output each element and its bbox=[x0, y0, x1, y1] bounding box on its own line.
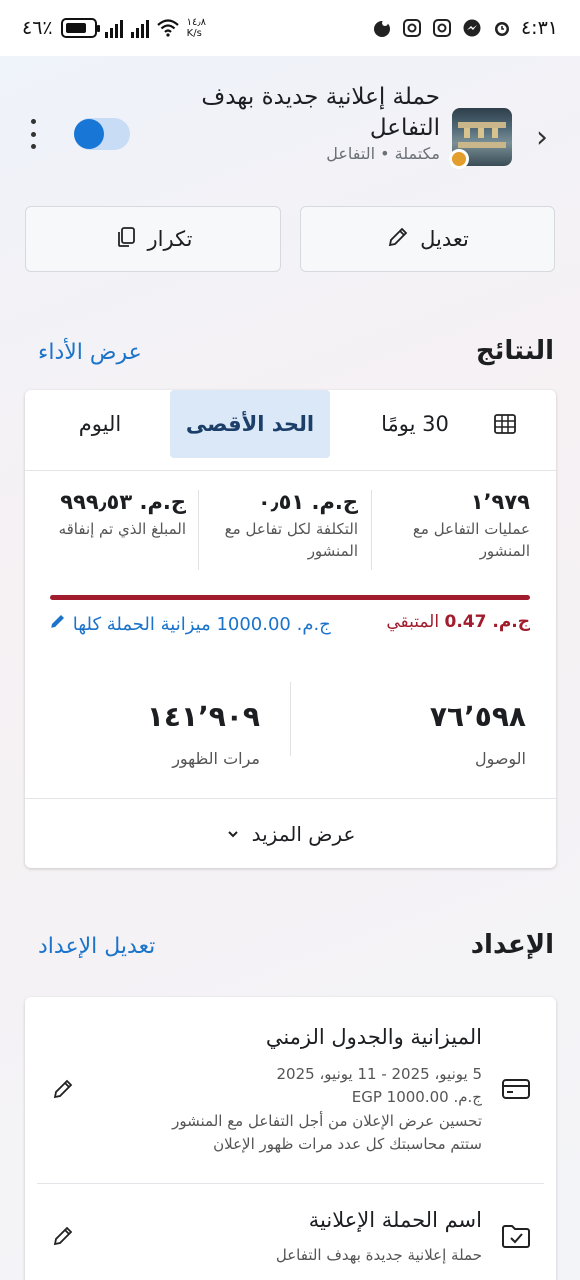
status-right: ٤:٣١ bbox=[371, 17, 558, 39]
tab-maximum[interactable]: الحد الأقصى bbox=[170, 390, 330, 458]
edit-setup-link[interactable]: تعديل الإعداد bbox=[38, 934, 155, 959]
signal-2-icon bbox=[130, 18, 149, 38]
signal-icon bbox=[104, 18, 123, 38]
status-dot bbox=[449, 149, 469, 169]
remaining-label: المتبقي bbox=[386, 612, 440, 632]
divider bbox=[371, 490, 372, 570]
remaining-budget: ج.م. 0.47 المتبقي bbox=[386, 612, 530, 632]
credit-card-icon bbox=[500, 1073, 532, 1105]
divider bbox=[198, 490, 199, 570]
tab-today[interactable]: اليوم bbox=[45, 390, 155, 458]
total-budget-label: ج.م. 1000.00 ميزانية الحملة كلها bbox=[72, 614, 331, 635]
divider bbox=[290, 682, 291, 756]
see-more-button[interactable]: عرض المزيد bbox=[25, 798, 556, 868]
results-title: النتائج bbox=[475, 336, 554, 366]
pencil-icon bbox=[49, 614, 67, 635]
alarm-icon bbox=[491, 17, 513, 39]
more-options-icon[interactable] bbox=[28, 119, 38, 149]
optimization-text: تحسين عرض الإعلان من أجل التفاعل مع المن… bbox=[172, 1112, 482, 1130]
setup-title: الإعداد bbox=[470, 930, 554, 960]
view-performance-link[interactable]: عرض الأداء bbox=[38, 340, 142, 365]
reach-value: ٧٦٬٥٩٨ bbox=[429, 700, 526, 733]
app-notification-icon bbox=[371, 17, 393, 39]
duplicate-button-label: تكرار bbox=[147, 227, 193, 251]
metric-impressions: ١٤١٬٩٠٩ مرات الظهور bbox=[80, 700, 260, 768]
budget-progress-bar bbox=[50, 595, 530, 600]
results-card: اليوم الحد الأقصى 30 يومًا ١٬٩٧٩ عمليات … bbox=[25, 390, 556, 868]
impressions-value: ١٤١٬٩٠٩ bbox=[146, 700, 260, 733]
date-range-tabs: اليوم الحد الأقصى 30 يومًا bbox=[25, 390, 556, 471]
impressions-label: مرات الظهور bbox=[172, 749, 260, 768]
campaign-title: حملة إعلانية جديدة بهدف التفاعل bbox=[201, 84, 440, 141]
wifi-icon bbox=[156, 17, 179, 39]
status-left: ٤٦٪ ١٤٫٨ K/s bbox=[22, 17, 206, 39]
engagements-label: عمليات التفاعل مع المنشور bbox=[412, 520, 530, 560]
battery-percent: ٤٦٪ bbox=[22, 17, 53, 39]
campaign-name-value: حملة إعلانية جديدة بهدف التفاعل bbox=[275, 1246, 482, 1264]
cost-value: ج.م. ٠٫٥١ bbox=[257, 490, 358, 514]
chevron-down-icon bbox=[226, 822, 240, 846]
instagram-icon bbox=[401, 17, 423, 39]
status-bar: ٤٦٪ ١٤٫٨ K/s ٤:٣١ bbox=[0, 0, 580, 56]
setup-card: الميزانية والجدول الزمني 5 يونيو، 2025 -… bbox=[25, 997, 556, 1280]
campaign-name-title: اسم الحملة الإعلانية bbox=[308, 1208, 482, 1232]
duplicate-button[interactable]: تكرار bbox=[25, 206, 281, 272]
copy-icon bbox=[114, 225, 138, 254]
campaign-toggle[interactable] bbox=[74, 118, 130, 150]
metric-amount-spent: ج.م. ٩٩٩٫٥٣ المبلغ الذي تم إنفاقه bbox=[41, 490, 186, 570]
remaining-amount: ج.م. 0.47 bbox=[444, 612, 531, 632]
total-budget-link[interactable]: ج.م. 1000.00 ميزانية الحملة كلها bbox=[49, 612, 331, 635]
spent-value: ج.م. ٩٩٩٫٥٣ bbox=[60, 490, 186, 514]
summary-metrics: ١٬٩٧٩ عمليات التفاعل مع المنشور ج.م. ٠٫٥… bbox=[25, 490, 556, 570]
budget-amount: ج.م. EGP 1000.00 bbox=[351, 1088, 482, 1106]
spent-label: المبلغ الذي تم إنفاقه bbox=[58, 520, 186, 538]
edit-button[interactable]: تعديل bbox=[300, 206, 555, 272]
toggle-knob bbox=[74, 119, 104, 149]
cost-label: التكلفة لكل تفاعل مع المنشور bbox=[224, 520, 358, 560]
back-chevron-icon[interactable]: › bbox=[536, 120, 548, 155]
messenger-icon bbox=[461, 17, 483, 39]
campaign-name-row[interactable]: اسم الحملة الإعلانية حملة إعلانية جديدة … bbox=[25, 1184, 556, 1280]
metric-engagements: ١٬٩٧٩ عمليات التفاعل مع المنشور bbox=[390, 490, 530, 570]
metric-reach: ٧٦٬٥٩٨ الوصول bbox=[346, 700, 526, 768]
net-speed: ١٤٫٨ K/s bbox=[186, 17, 207, 39]
folder-check-icon bbox=[500, 1220, 532, 1252]
budget-schedule-title: الميزانية والجدول الزمني bbox=[265, 1025, 482, 1049]
reach-label: الوصول bbox=[474, 749, 526, 768]
budget-schedule-row[interactable]: الميزانية والجدول الزمني 5 يونيو، 2025 -… bbox=[25, 997, 556, 1182]
billing-text: ستتم محاسبتك كل عدد مرات ظهور الإعلان bbox=[213, 1135, 482, 1153]
instagram-2-icon bbox=[431, 17, 453, 39]
engagements-value: ١٬٩٧٩ bbox=[470, 490, 530, 514]
campaign-status: مكتملة • التفاعل bbox=[326, 144, 440, 163]
metric-cost-per-engagement: ج.م. ٠٫٥١ التكلفة لكل تفاعل مع المنشور bbox=[206, 490, 358, 570]
pencil-icon bbox=[386, 225, 410, 254]
edit-button-label: تعديل bbox=[420, 227, 469, 251]
edit-budget-pencil-icon[interactable] bbox=[49, 1075, 77, 1103]
battery-icon bbox=[60, 18, 100, 38]
clock: ٤:٣١ bbox=[520, 17, 558, 39]
schedule-dates: 5 يونيو، 2025 - 11 يونيو، 2025 bbox=[276, 1065, 483, 1083]
tab-30-days[interactable]: 30 يومًا bbox=[355, 390, 475, 458]
see-more-label: عرض المزيد bbox=[251, 821, 356, 846]
calendar-icon[interactable] bbox=[480, 390, 530, 458]
edit-name-pencil-icon[interactable] bbox=[49, 1222, 77, 1250]
